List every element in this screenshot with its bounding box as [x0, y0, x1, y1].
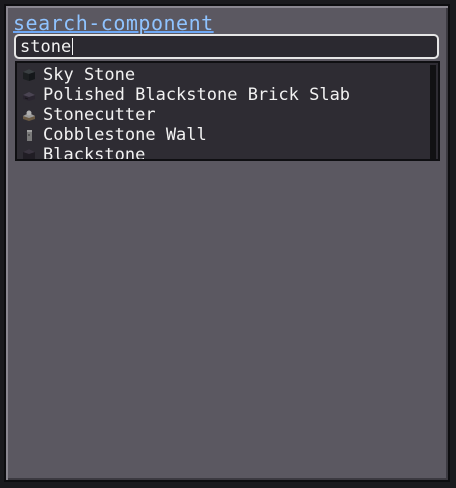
- text-caret: [72, 38, 74, 55]
- window-title: search-component: [13, 11, 214, 35]
- search-value: stone: [20, 37, 72, 57]
- list-item[interactable]: Cobblestone Wall: [17, 125, 427, 145]
- search-results-list: Sky Stone Polished Blackstone Brick Slab…: [15, 61, 440, 161]
- polished-blackstone-brick-slab-icon: [23, 92, 35, 101]
- list-item[interactable]: Blackstone: [17, 145, 427, 161]
- blackstone-icon: [23, 149, 35, 159]
- list-item[interactable]: Stonecutter: [17, 105, 427, 125]
- cobblestone-wall-icon: [27, 130, 32, 141]
- result-label: Polished Blackstone Brick Slab: [43, 85, 351, 105]
- result-label: Blackstone: [43, 145, 146, 161]
- result-label: Stonecutter: [43, 105, 156, 125]
- stonecutter-icon: [23, 110, 35, 121]
- list-item[interactable]: Polished Blackstone Brick Slab: [17, 85, 427, 105]
- search-input[interactable]: stone: [14, 34, 439, 59]
- sky-stone-icon: [23, 69, 35, 81]
- list-item[interactable]: Sky Stone: [17, 65, 427, 85]
- result-label: Cobblestone Wall: [43, 125, 207, 145]
- scrollbar[interactable]: [430, 65, 436, 159]
- result-label: Sky Stone: [43, 65, 136, 85]
- search-value-wrap: stone: [20, 37, 74, 57]
